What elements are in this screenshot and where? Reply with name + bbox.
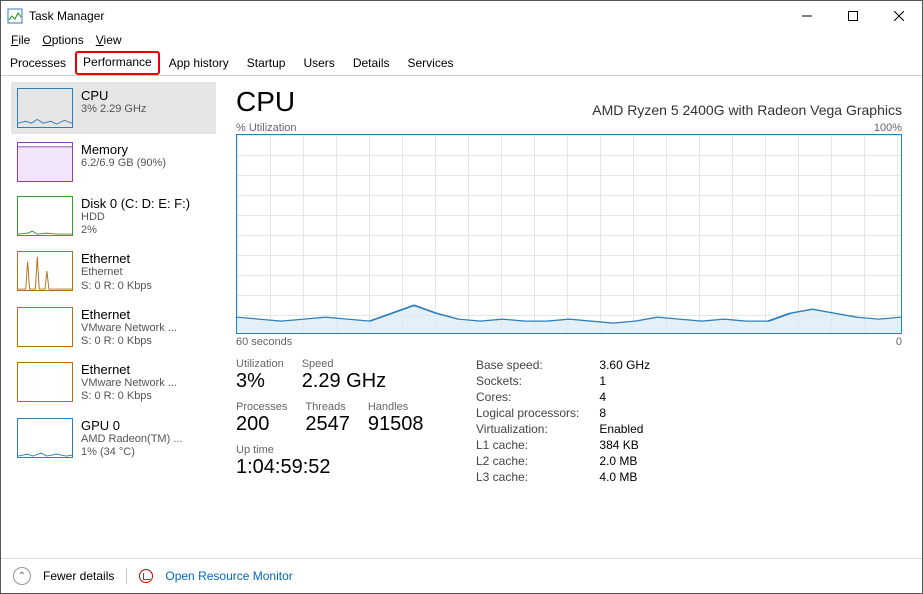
tab-app-history[interactable]: App history bbox=[160, 51, 238, 75]
tab-performance[interactable]: Performance bbox=[75, 51, 160, 75]
sidebar-eth1-sub2: S: 0 R: 0 Kbps bbox=[81, 280, 152, 293]
chart-top-left-label: % Utilization bbox=[236, 122, 297, 134]
sidebar-eth2-sub1: VMware Network ... bbox=[81, 322, 177, 335]
sidebar-disk-title: Disk 0 (C: D: E: F:) bbox=[81, 196, 190, 211]
virtualization-label: Virtualization: bbox=[476, 422, 579, 436]
uptime-label: Up time bbox=[236, 444, 426, 456]
menu-options[interactable]: Options bbox=[42, 33, 83, 47]
sidebar-memory-sub: 6.2/6.9 GB (90%) bbox=[81, 157, 166, 170]
sidebar-cpu-sub: 3% 2.29 GHz bbox=[81, 103, 146, 116]
sidebar-eth2-sub2: S: 0 R: 0 Kbps bbox=[81, 335, 177, 348]
fewer-details-link[interactable]: Fewer details bbox=[43, 569, 114, 583]
speed-label: Speed bbox=[302, 358, 386, 370]
tab-services[interactable]: Services bbox=[399, 51, 463, 75]
utilization-value: 3% bbox=[236, 370, 284, 393]
main-panel: CPU AMD Ryzen 5 2400G with Radeon Vega G… bbox=[216, 76, 922, 558]
handles-label: Handles bbox=[368, 401, 424, 413]
sidebar-gpu-sub1: AMD Radeon(TM) ... bbox=[81, 433, 182, 446]
menu-file[interactable]: File bbox=[11, 33, 30, 47]
main-title: CPU bbox=[236, 86, 295, 118]
task-manager-icon bbox=[7, 8, 23, 24]
footer: ⌃ Fewer details Open Resource Monitor bbox=[1, 558, 922, 593]
cores-value: 4 bbox=[599, 390, 650, 404]
gpu-thumb bbox=[17, 418, 73, 458]
minimize-icon bbox=[802, 11, 812, 21]
sidebar-item-cpu[interactable]: CPU3% 2.29 GHz bbox=[11, 82, 216, 134]
cores-label: Cores: bbox=[476, 390, 579, 404]
cpu-thumb bbox=[17, 88, 73, 128]
close-icon bbox=[894, 11, 904, 21]
divider bbox=[126, 568, 127, 584]
titlebar[interactable]: Task Manager bbox=[1, 1, 922, 31]
sidebar: CPU3% 2.29 GHz Memory6.2/6.9 GB (90%) Di… bbox=[1, 76, 216, 558]
processes-value: 200 bbox=[236, 413, 287, 436]
sidebar-item-ethernet-1[interactable]: EthernetEthernetS: 0 R: 0 Kbps bbox=[11, 245, 216, 298]
sidebar-item-gpu[interactable]: GPU 0AMD Radeon(TM) ...1% (34 °C) bbox=[11, 412, 216, 465]
eth3-thumb bbox=[17, 362, 73, 402]
virtualization-value: Enabled bbox=[599, 422, 650, 436]
l1-value: 384 KB bbox=[599, 438, 650, 452]
menu-view[interactable]: View bbox=[96, 33, 122, 47]
menubar: File Options View bbox=[1, 31, 922, 51]
sidebar-eth1-sub1: Ethernet bbox=[81, 266, 152, 279]
cpu-details: Base speed: 3.60 GHz Sockets: 1 Cores: 4 Lo… bbox=[476, 358, 650, 484]
sidebar-gpu-sub2: 1% (34 °C) bbox=[81, 446, 182, 459]
window-controls bbox=[784, 1, 922, 31]
cpu-utilization-chart bbox=[236, 134, 902, 334]
sidebar-gpu-title: GPU 0 bbox=[81, 418, 182, 433]
logical-value: 8 bbox=[599, 406, 650, 420]
l1-label: L1 cache: bbox=[476, 438, 579, 452]
l3-value: 4.0 MB bbox=[599, 470, 650, 484]
sidebar-eth3-title: Ethernet bbox=[81, 362, 177, 377]
tab-startup[interactable]: Startup bbox=[238, 51, 295, 75]
threads-label: Threads bbox=[305, 401, 350, 413]
close-button[interactable] bbox=[876, 1, 922, 31]
resource-monitor-icon bbox=[139, 569, 153, 583]
main-subtitle: AMD Ryzen 5 2400G with Radeon Vega Graph… bbox=[592, 102, 902, 118]
memory-thumb bbox=[17, 142, 73, 182]
sidebar-item-disk[interactable]: Disk 0 (C: D: E: F:)HDD2% bbox=[11, 190, 216, 243]
l3-label: L3 cache: bbox=[476, 470, 579, 484]
sockets-label: Sockets: bbox=[476, 374, 579, 388]
eth2-thumb bbox=[17, 307, 73, 347]
sidebar-item-memory[interactable]: Memory6.2/6.9 GB (90%) bbox=[11, 136, 216, 188]
tab-users[interactable]: Users bbox=[294, 51, 343, 75]
sidebar-memory-title: Memory bbox=[81, 142, 166, 157]
sidebar-eth1-title: Ethernet bbox=[81, 251, 152, 266]
minimize-button[interactable] bbox=[784, 1, 830, 31]
open-resource-monitor-link[interactable]: Open Resource Monitor bbox=[165, 569, 292, 583]
chevron-up-icon[interactable]: ⌃ bbox=[13, 567, 31, 585]
sidebar-eth3-sub2: S: 0 R: 0 Kbps bbox=[81, 390, 177, 403]
base-speed-value: 3.60 GHz bbox=[599, 358, 650, 372]
sidebar-disk-sub2: 2% bbox=[81, 224, 190, 237]
l2-label: L2 cache: bbox=[476, 454, 579, 468]
l2-value: 2.0 MB bbox=[599, 454, 650, 468]
tabbar: Processes Performance App history Startu… bbox=[1, 51, 922, 76]
sockets-value: 1 bbox=[599, 374, 650, 388]
chart-bottom-right-label: 0 bbox=[896, 336, 902, 348]
handles-value: 91508 bbox=[368, 413, 424, 436]
chart-top-right-label: 100% bbox=[874, 122, 902, 134]
tab-processes[interactable]: Processes bbox=[1, 51, 75, 75]
maximize-icon bbox=[848, 11, 858, 21]
tab-details[interactable]: Details bbox=[344, 51, 399, 75]
base-speed-label: Base speed: bbox=[476, 358, 579, 372]
chart-bottom-left-label: 60 seconds bbox=[236, 336, 292, 348]
uptime-value: 1:04:59:52 bbox=[236, 456, 426, 479]
sidebar-disk-sub1: HDD bbox=[81, 211, 190, 224]
eth1-thumb bbox=[17, 251, 73, 291]
sidebar-item-ethernet-3[interactable]: EthernetVMware Network ...S: 0 R: 0 Kbps bbox=[11, 356, 216, 409]
sidebar-eth2-title: Ethernet bbox=[81, 307, 177, 322]
speed-value: 2.29 GHz bbox=[302, 370, 386, 393]
sidebar-eth3-sub1: VMware Network ... bbox=[81, 377, 177, 390]
utilization-label: Utilization bbox=[236, 358, 284, 370]
logical-label: Logical processors: bbox=[476, 406, 579, 420]
processes-label: Processes bbox=[236, 401, 287, 413]
disk-thumb bbox=[17, 196, 73, 236]
threads-value: 2547 bbox=[305, 413, 350, 436]
window-title: Task Manager bbox=[29, 9, 784, 23]
sidebar-cpu-title: CPU bbox=[81, 88, 146, 103]
sidebar-item-ethernet-2[interactable]: EthernetVMware Network ...S: 0 R: 0 Kbps bbox=[11, 301, 216, 354]
maximize-button[interactable] bbox=[830, 1, 876, 31]
